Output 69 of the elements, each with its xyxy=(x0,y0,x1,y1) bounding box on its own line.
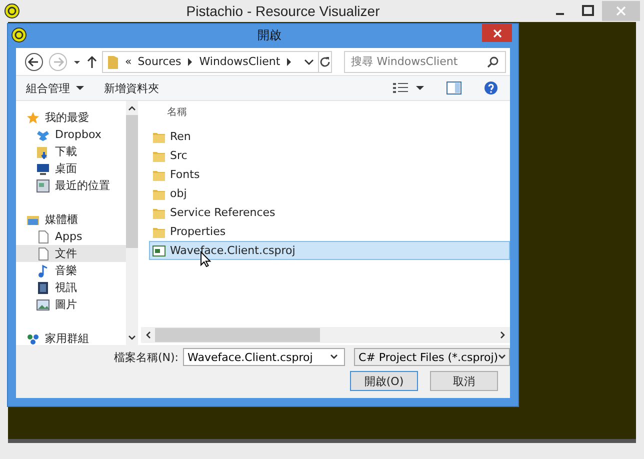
help-icon[interactable] xyxy=(484,81,498,95)
back-icon[interactable] xyxy=(24,52,44,72)
window-title: Pistachio - Resource Visualizer xyxy=(185,3,381,19)
scroll-right-icon xyxy=(500,331,506,339)
monitor-icon xyxy=(36,162,50,176)
sidebar-item[interactable]: 媒體櫃 xyxy=(16,211,126,228)
sidebar-item[interactable]: 圖片 xyxy=(16,296,126,313)
scrollbar-thumb[interactable] xyxy=(126,115,138,248)
refresh-button[interactable] xyxy=(318,50,332,72)
file-row[interactable]: Fonts xyxy=(149,165,510,184)
sidebar-item[interactable]: 文件 xyxy=(16,245,126,262)
file-name-field[interactable]: Waveface.Client.csproj xyxy=(182,348,345,366)
sidebar-item[interactable]: 視訊 xyxy=(16,279,126,296)
scroll-up-icon xyxy=(128,105,136,111)
address-bar[interactable]: « Sources WindowsClient xyxy=(102,50,320,72)
command-button[interactable]: 新增資料夾 xyxy=(104,80,159,96)
file-type-dropdown[interactable]: C# Project Files (*.csproj) xyxy=(354,348,510,366)
view-list-icon[interactable] xyxy=(392,81,410,95)
sidebar-item[interactable]: Dropbox xyxy=(16,126,126,143)
breadcrumb-item[interactable]: Sources xyxy=(138,55,182,68)
people-icon xyxy=(26,332,40,345)
sidebar-item[interactable]: 最近的位置 xyxy=(16,177,126,194)
close-button[interactable] xyxy=(482,24,512,42)
scroll-left-icon xyxy=(145,331,151,339)
scrollbar-thumb[interactable] xyxy=(155,328,320,342)
breadcrumb-item[interactable]: WindowsClient xyxy=(199,55,280,68)
open-button[interactable]: 開啟(O) xyxy=(350,371,418,391)
sidebar-item[interactable]: Apps xyxy=(16,228,126,245)
sidebar-item[interactable]: 桌面 xyxy=(16,160,126,177)
chevron-icon[interactable] xyxy=(187,58,194,66)
folder-icon xyxy=(107,54,119,70)
search-field[interactable]: 搜尋 WindowsClient xyxy=(344,50,506,72)
search-icon[interactable] xyxy=(487,56,500,68)
close-icon xyxy=(616,6,626,16)
caret-icon xyxy=(76,85,84,91)
sidebar-item[interactable]: 我的最愛 xyxy=(16,109,126,126)
column-header[interactable]: 名稱 xyxy=(167,105,187,119)
preview-pane-icon[interactable] xyxy=(446,81,462,95)
app-logo-icon xyxy=(11,27,27,43)
breadcrumb-overflow[interactable]: « xyxy=(125,55,132,68)
file-row[interactable]: Service References xyxy=(149,203,510,222)
file-row[interactable]: Ren xyxy=(149,127,510,146)
app-logo-icon xyxy=(4,3,20,19)
command-button[interactable]: 組合管理 xyxy=(26,80,84,96)
file-row[interactable]: obj xyxy=(149,184,510,203)
scroll-down-icon xyxy=(128,335,136,341)
file-row[interactable]: Properties xyxy=(149,222,510,241)
close-icon xyxy=(492,28,502,38)
sidebar-item[interactable]: 下載 xyxy=(16,143,126,160)
refresh-icon xyxy=(319,56,332,68)
chevron-icon[interactable] xyxy=(286,58,292,66)
up-arrow-icon[interactable] xyxy=(86,54,98,68)
window-icon xyxy=(36,178,50,192)
star-icon xyxy=(26,110,40,124)
sidebar-item[interactable]: 音樂 xyxy=(16,262,126,279)
image-icon xyxy=(36,298,50,312)
cancel-button[interactable]: 取消 xyxy=(430,371,498,391)
file-icon xyxy=(152,244,166,258)
file-row[interactable]: Src xyxy=(149,146,510,165)
dialog-title: 開啟 xyxy=(256,26,282,44)
horizontal-scrollbar[interactable] xyxy=(141,327,510,343)
file-name-label: 檔案名稱(N): xyxy=(114,350,179,364)
film-icon xyxy=(36,280,50,294)
caret-icon[interactable] xyxy=(416,85,424,91)
music-note-icon xyxy=(36,264,50,278)
sidebar-item[interactable]: 家用群組 xyxy=(16,330,126,345)
vertical-scrollbar[interactable] xyxy=(126,101,138,345)
document-icon xyxy=(36,246,50,260)
folder-icon xyxy=(36,144,50,158)
